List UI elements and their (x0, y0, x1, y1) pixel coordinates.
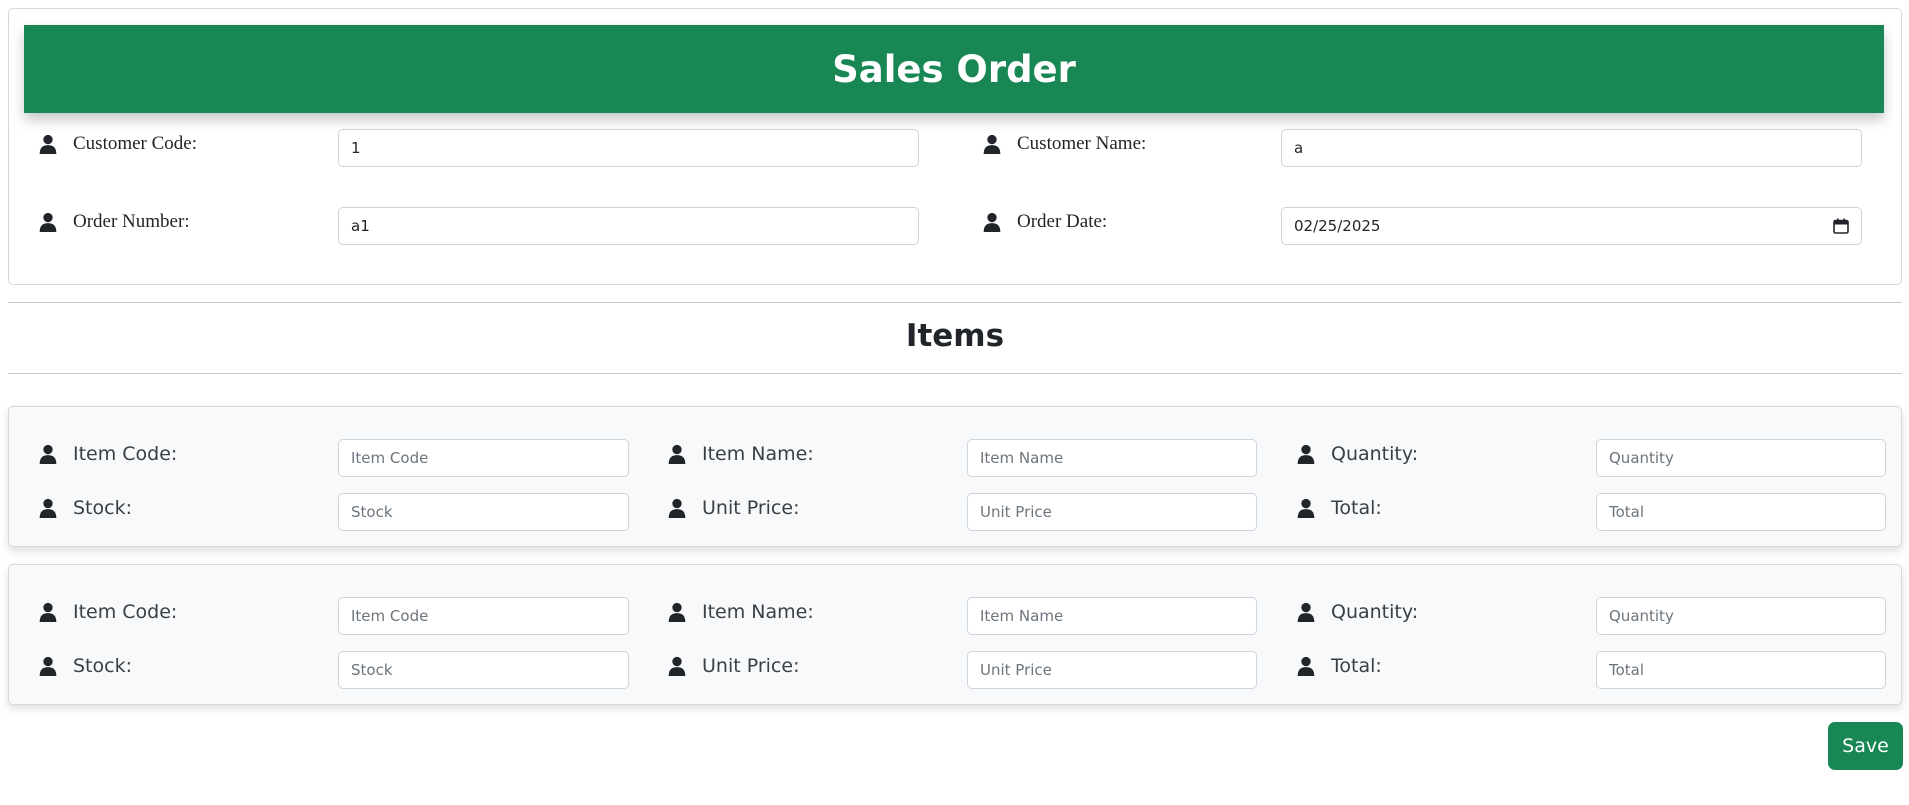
person-icon (39, 134, 57, 154)
quantity-label: Quantity: (1331, 601, 1419, 623)
save-button[interactable]: Save (1828, 722, 1903, 770)
unit-price-input[interactable]: Unit Price (967, 493, 1257, 531)
person-icon (39, 212, 57, 232)
person-icon (1297, 498, 1315, 518)
item-name-input[interactable]: Item Name (967, 597, 1257, 635)
total-label: Total: (1331, 497, 1382, 519)
quantity-label: Quantity: (1331, 443, 1419, 465)
order-number-input[interactable]: a1 (338, 207, 919, 245)
person-icon (668, 444, 686, 464)
divider-top (8, 302, 1902, 303)
person-icon (1297, 602, 1315, 622)
item-code-input[interactable]: Item Code (338, 597, 629, 635)
unit-price-label: Unit Price: (702, 655, 800, 677)
unit-price-input[interactable]: Unit Price (967, 651, 1257, 689)
customer-name-input[interactable]: a (1281, 129, 1862, 167)
total-input[interactable]: Total (1596, 493, 1886, 531)
customer-code-label: Customer Code: (73, 133, 198, 154)
person-icon (668, 602, 686, 622)
items-heading: Items (905, 318, 1005, 354)
calendar-icon[interactable] (1833, 218, 1849, 234)
total-input[interactable]: Total (1596, 651, 1886, 689)
item-name-label: Item Name: (702, 443, 814, 465)
person-icon (39, 498, 57, 518)
person-icon (668, 498, 686, 518)
customer-name-label: Customer Name: (1017, 133, 1147, 154)
person-icon (1297, 656, 1315, 676)
item-name-label: Item Name: (702, 601, 814, 623)
order-date-label: Order Date: (1017, 211, 1108, 232)
order-number-label: Order Number: (73, 211, 190, 232)
order-date-input[interactable]: 02/25/2025 (1281, 207, 1862, 245)
person-icon (983, 134, 1001, 154)
item-code-input[interactable]: Item Code (338, 439, 629, 477)
item-code-label: Item Code: (73, 443, 178, 465)
order-date-value: 02/25/2025 (1294, 217, 1381, 235)
stock-input[interactable]: Stock (338, 493, 629, 531)
stock-label: Stock: (73, 497, 132, 519)
item-code-label: Item Code: (73, 601, 178, 623)
person-icon (1297, 444, 1315, 464)
person-icon (39, 444, 57, 464)
person-icon (668, 656, 686, 676)
divider-bottom (8, 373, 1902, 374)
person-icon (39, 656, 57, 676)
stock-label: Stock: (73, 655, 132, 677)
person-icon (39, 602, 57, 622)
customer-code-input[interactable]: 1 (338, 129, 919, 167)
title-banner: Sales Order (24, 25, 1884, 113)
quantity-input[interactable]: Quantity (1596, 439, 1886, 477)
unit-price-label: Unit Price: (702, 497, 800, 519)
item-name-input[interactable]: Item Name (967, 439, 1257, 477)
total-label: Total: (1331, 655, 1382, 677)
stock-input[interactable]: Stock (338, 651, 629, 689)
person-icon (983, 212, 1001, 232)
page-title: Sales Order (832, 47, 1076, 91)
quantity-input[interactable]: Quantity (1596, 597, 1886, 635)
